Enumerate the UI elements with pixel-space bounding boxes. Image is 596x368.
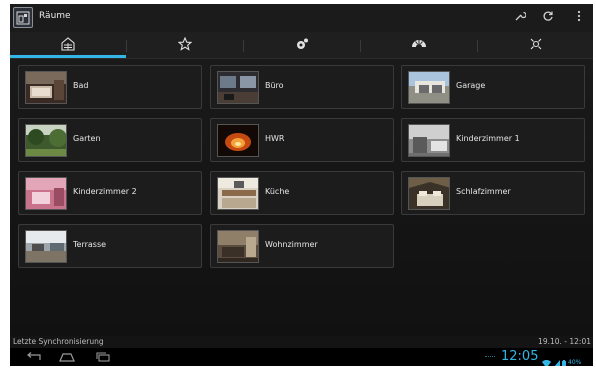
room-tile-buero[interactable]: Büro [210, 65, 394, 109]
room-label: Kinderzimmer 1 [456, 134, 520, 143]
room-thumbnail [217, 124, 259, 157]
room-label: HWR [265, 134, 285, 143]
devices-icon [295, 36, 309, 55]
room-tile-hwr[interactable]: HWR [210, 118, 394, 162]
room-thumbnail [217, 71, 259, 104]
tab-devices[interactable] [244, 32, 360, 58]
sync-label: Letzte Synchronisierung [13, 337, 104, 346]
signal-icon [553, 353, 560, 366]
overflow-menu-icon[interactable] [571, 10, 587, 26]
room-thumbnail [25, 124, 67, 157]
page-title: Räume [39, 11, 71, 21]
battery-percent: 40% [568, 359, 582, 366]
room-label: Terrasse [73, 240, 107, 249]
room-tile-bad[interactable]: Bad [18, 65, 202, 109]
room-thumbnail [25, 71, 67, 104]
room-tile-garage[interactable]: Garage [401, 65, 585, 109]
tab-favorites[interactable] [127, 32, 243, 58]
tab-sensors[interactable] [478, 32, 593, 58]
room-tile-kinderzimmer-1[interactable]: Kinderzimmer 1 [401, 118, 585, 162]
sensors-icon [528, 36, 544, 55]
room-thumbnail [25, 230, 67, 263]
app-home-icon[interactable] [13, 7, 33, 28]
room-label: Garten [73, 134, 101, 143]
tab-rooms[interactable] [10, 32, 126, 58]
room-tile-wohnzimmer[interactable]: Wohnzimmer [210, 224, 394, 268]
room-thumbnail [217, 230, 259, 263]
favorites-star-icon [177, 36, 193, 55]
action-bar: Räume [10, 4, 593, 32]
sync-timestamp: 19.10. - 12:01 [538, 337, 591, 346]
room-tile-terrasse[interactable]: Terrasse [18, 224, 202, 268]
recent-apps-icon[interactable] [92, 350, 114, 364]
room-grid: Bad Büro Garage Garten HWR Kinderzimmer … [10, 59, 593, 336]
room-label: Schlafzimmer [456, 187, 511, 196]
room-label: Küche [265, 187, 290, 196]
room-tile-garten[interactable]: Garten [18, 118, 202, 162]
notification-indicator [485, 356, 495, 357]
status-clock[interactable]: 12:05 [501, 349, 538, 364]
scenes-icon [411, 36, 427, 55]
room-thumbnail [408, 124, 450, 157]
tab-scenes[interactable] [361, 32, 477, 58]
tab-bar [10, 32, 593, 59]
room-thumbnail [408, 177, 450, 210]
room-label: Bad [73, 81, 89, 90]
system-nav-bar: 12:05 40% [10, 348, 593, 366]
room-tile-kueche[interactable]: Küche [210, 171, 394, 215]
room-label: Kinderzimmer 2 [73, 187, 137, 196]
status-icons[interactable]: 40% [542, 353, 581, 366]
back-icon[interactable] [22, 350, 44, 364]
refresh-icon[interactable] [540, 10, 556, 26]
room-tile-schlafzimmer[interactable]: Schlafzimmer [401, 171, 585, 215]
wrench-icon[interactable] [512, 10, 528, 26]
room-tile-kinderzimmer-2[interactable]: Kinderzimmer 2 [18, 171, 202, 215]
battery-icon [562, 353, 566, 366]
rooms-house-icon [60, 36, 76, 55]
room-label: Garage [456, 81, 486, 90]
sync-status-bar: Letzte Synchronisierung 19.10. - 12:01 [10, 336, 593, 348]
tablet-screen: Räume Bad Büro Garage Garten HWR Kinderz… [10, 4, 593, 366]
home-icon[interactable] [56, 350, 78, 364]
room-label: Wohnzimmer [265, 240, 318, 249]
room-label: Büro [265, 81, 284, 90]
wifi-icon [542, 353, 551, 366]
room-thumbnail [217, 177, 259, 210]
room-thumbnail [25, 177, 67, 210]
room-thumbnail [408, 71, 450, 104]
